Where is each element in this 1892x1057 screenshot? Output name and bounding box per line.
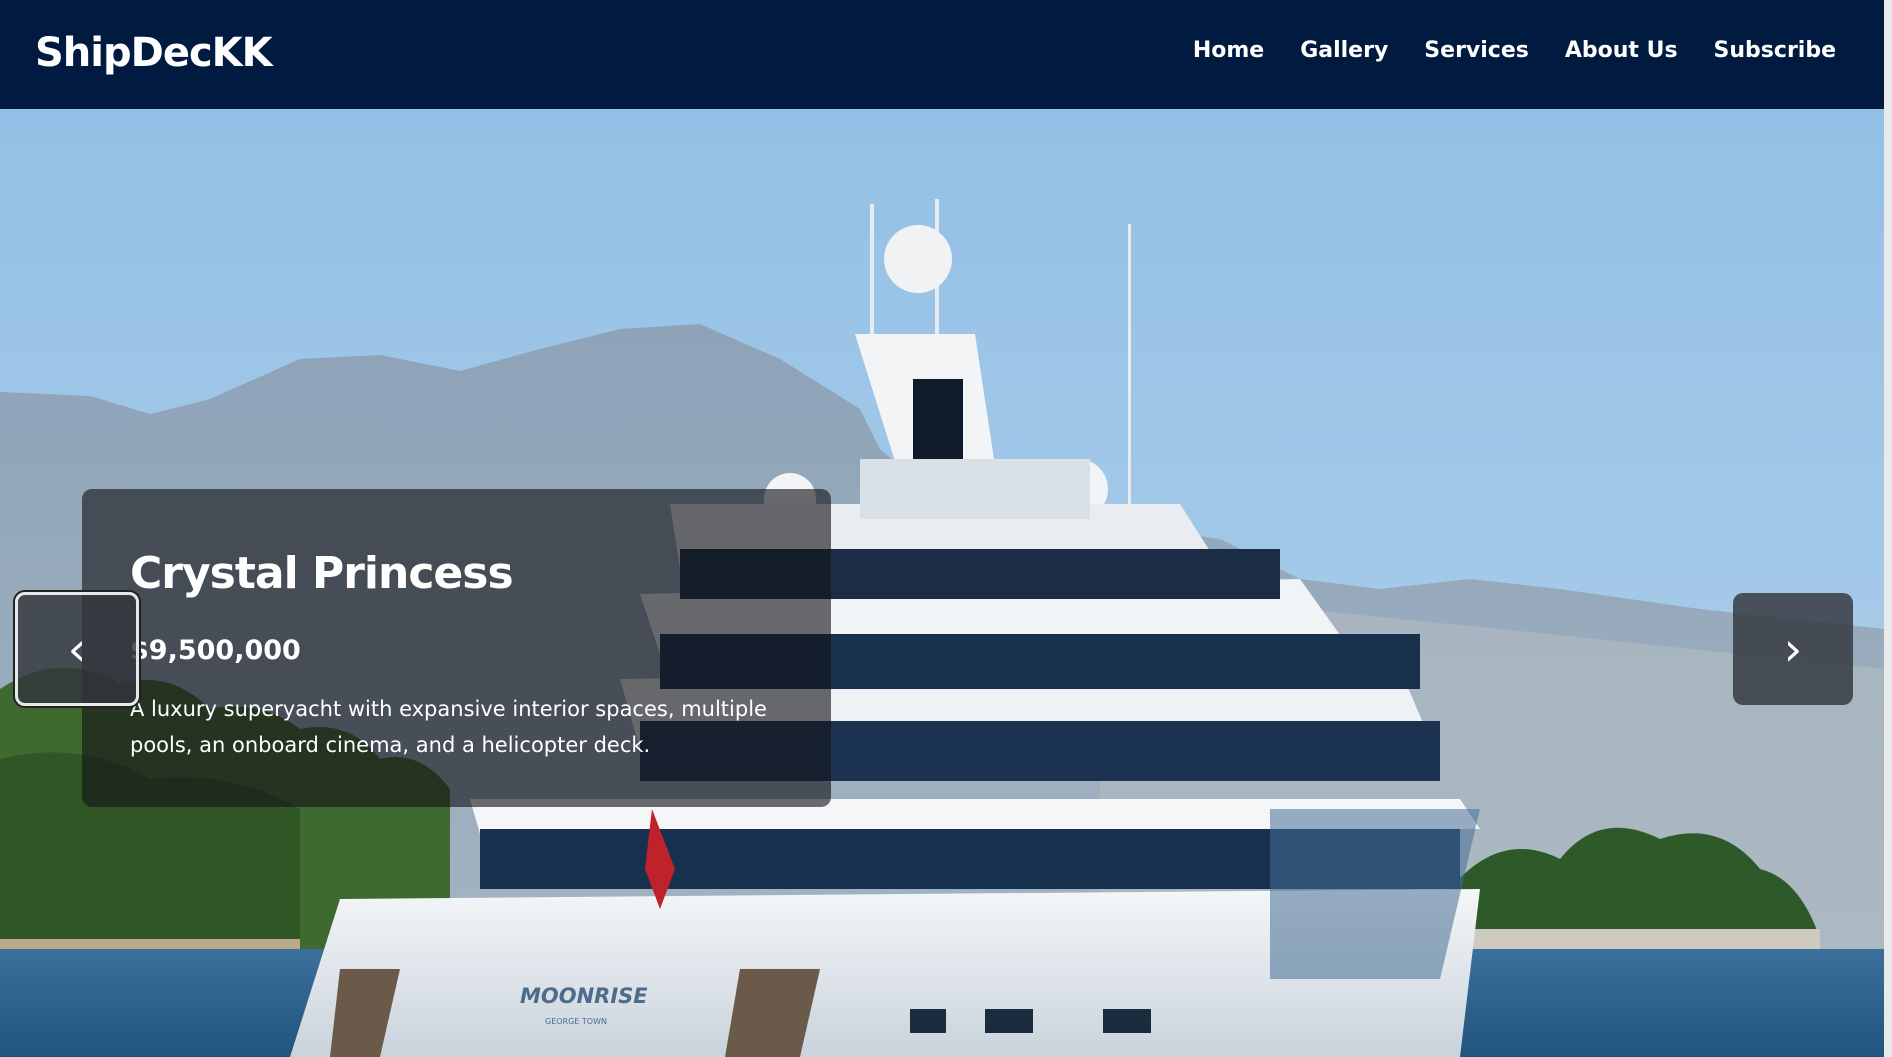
scrollbar-track[interactable] bbox=[1884, 0, 1892, 1057]
bridge bbox=[860, 459, 1090, 519]
nav-link-home[interactable]: Home bbox=[1193, 34, 1264, 68]
porthole bbox=[985, 1009, 1033, 1033]
brand-logo[interactable]: ShipDecKK bbox=[35, 28, 273, 78]
nav-link-services[interactable]: Services bbox=[1424, 34, 1529, 68]
slide-caption: Crystal Princess $9,500,000 A luxury sup… bbox=[82, 489, 831, 807]
mast-antenna bbox=[1128, 224, 1131, 524]
yacht-description: A luxury superyacht with expansive inter… bbox=[130, 697, 767, 757]
nav-link-subscribe[interactable]: Subscribe bbox=[1714, 34, 1836, 68]
nav-menu: Home Gallery Services About Us Subscribe bbox=[1193, 34, 1836, 68]
porthole bbox=[910, 1009, 946, 1033]
chevron-left-icon: ‹ bbox=[67, 622, 87, 676]
hull-port: GEORGE TOWN bbox=[545, 1017, 607, 1026]
carousel-prev-button[interactable]: ‹ bbox=[15, 592, 139, 706]
radar-dome bbox=[884, 225, 952, 293]
chevron-right-icon: › bbox=[1783, 622, 1803, 676]
shore-right bbox=[1440, 929, 1820, 951]
nav-link-about-us[interactable]: About Us bbox=[1565, 34, 1678, 68]
nav-link-gallery[interactable]: Gallery bbox=[1300, 34, 1388, 68]
porthole bbox=[1103, 1009, 1151, 1033]
hull-name: MOONRISE bbox=[520, 984, 648, 1008]
navbar: ShipDecKK Home Gallery Services About Us… bbox=[0, 0, 1884, 109]
page: MOONRISE GEORGE TOWN ShipDecKK Home Gall… bbox=[0, 0, 1892, 1057]
carousel-next-button[interactable]: › bbox=[1733, 593, 1853, 705]
yacht-price: $9,500,000 bbox=[130, 635, 301, 666]
yacht-name: Crystal Princess bbox=[130, 548, 514, 599]
